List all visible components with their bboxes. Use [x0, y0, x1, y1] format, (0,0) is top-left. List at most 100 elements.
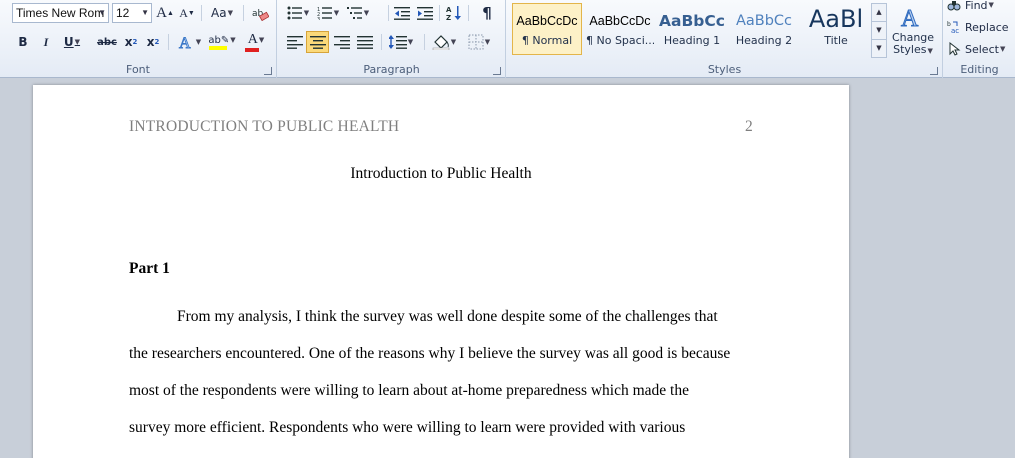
style-preview: AaBbCcDc [589, 14, 651, 28]
font-color-bar [245, 48, 259, 52]
align-center-button[interactable] [306, 31, 329, 53]
font-color-button[interactable]: A ▼ [241, 31, 271, 53]
superscript-label: x [146, 35, 155, 49]
line-spacing-icon [388, 35, 407, 49]
chevron-down-icon: ▼ [988, 1, 994, 9]
shading-button[interactable]: ▼ [428, 32, 460, 52]
grow-font-label: A [156, 4, 167, 21]
font-dialog-launcher[interactable] [264, 67, 272, 75]
styles-dialog-launcher[interactable] [930, 67, 938, 75]
bold-label: B [18, 35, 28, 49]
increase-indent-button[interactable] [415, 3, 435, 23]
chevron-down-icon: ▼ [999, 45, 1006, 53]
sort-button[interactable]: AZ [444, 3, 464, 23]
chevron-down-icon: ▼ [927, 46, 933, 55]
document-title: Introduction to Public Health [350, 165, 532, 182]
font-size-value: 12 [116, 6, 130, 20]
style-title[interactable]: AaBl Title [801, 3, 871, 55]
binoculars-icon [947, 1, 961, 11]
style-heading-1[interactable]: AaBbCc Heading 1 [657, 3, 727, 55]
change-styles-icon: A [901, 5, 920, 32]
bullets-icon [287, 6, 302, 20]
document-canvas[interactable]: INTRODUCTION TO PUBLIC HEALTH 2 Introduc… [0, 79, 1015, 458]
style-name: Heading 1 [663, 34, 721, 47]
replace-icon: bac [947, 21, 959, 34]
svg-text:A: A [179, 35, 191, 51]
underline-button[interactable]: U ▼ [59, 32, 85, 52]
separator [424, 34, 425, 50]
justify-button[interactable] [354, 32, 376, 52]
scroll-down-icon[interactable]: ▼ [872, 22, 886, 40]
caret-down-icon: ▼ [187, 9, 195, 17]
text-effects-icon: A [178, 35, 191, 51]
decrease-indent-button[interactable] [392, 3, 412, 23]
style-heading-2[interactable]: AaBbCc Heading 2 [729, 3, 799, 55]
change-styles-button[interactable]: A Change Styles▼ [890, 0, 936, 60]
select-label: Select [965, 42, 999, 56]
paragraph-line: survey more efficient. Respondents who w… [129, 419, 686, 436]
line-spacing-button[interactable]: ▼ [386, 32, 416, 52]
change-case-button[interactable]: Aa ▼ [206, 3, 238, 23]
replace-button[interactable]: b ac Replace [947, 18, 1013, 36]
align-right-icon [334, 36, 350, 49]
bold-button[interactable]: B [13, 32, 33, 52]
italic-button[interactable]: I [36, 32, 56, 52]
clear-formatting-icon: ab [252, 9, 269, 21]
chevron-down-icon: ▼ [450, 38, 457, 46]
separator [468, 5, 469, 21]
font-group: Times New Rom ▼ 12 ▼ A ▲ A ▼ Aa ▼ ab B I U ▼… [0, 0, 277, 78]
numbering-icon: 123 [317, 7, 332, 20]
show-formatting-button[interactable]: ¶ [476, 3, 498, 23]
section-heading: Part 1 [129, 260, 170, 277]
bullets-button[interactable]: ▼ [284, 3, 312, 23]
font-name-value: Times New Rom [16, 6, 105, 20]
separator [201, 5, 202, 21]
scroll-up-icon[interactable]: ▲ [872, 4, 886, 22]
chevron-down-icon: ▼ [227, 9, 233, 17]
paragraph-dialog-launcher[interactable] [493, 67, 501, 75]
chevron-down-icon: ▼ [258, 36, 265, 44]
subscript-button[interactable]: x2 [121, 32, 141, 52]
style-preview: AaBbCc [659, 12, 725, 30]
style-preview: AaBbCc [735, 13, 793, 29]
text-effects-button[interactable]: A ▼ [174, 32, 204, 52]
shrink-font-button[interactable]: A ▼ [177, 3, 197, 23]
select-button[interactable]: Select ▼ [947, 40, 1013, 58]
separator [168, 34, 169, 50]
find-button[interactable]: Find ▼ [947, 0, 1013, 14]
style-no-spacing[interactable]: AaBbCcDc ¶ No Spaci... [585, 3, 655, 55]
font-size-combo[interactable]: 12 ▼ [112, 3, 152, 23]
multilevel-list-button[interactable]: ▼ [344, 3, 372, 23]
grow-font-button[interactable]: A ▲ [155, 3, 175, 23]
highlight-button[interactable]: ab ✎ ▼ [207, 31, 237, 53]
strikethrough-button[interactable]: abc [94, 32, 120, 52]
separator [381, 34, 382, 50]
align-right-button[interactable] [331, 32, 353, 52]
separator [439, 5, 440, 21]
svg-text:A: A [446, 6, 452, 14]
italic-label: I [43, 34, 49, 49]
align-left-button[interactable] [284, 32, 306, 52]
editing-group-label: Editing [960, 63, 999, 76]
font-name-combo[interactable]: Times New Rom ▼ [12, 3, 109, 23]
style-name: ¶ No Spaci... [586, 34, 655, 47]
more-styles-icon[interactable]: ▼ [872, 40, 886, 58]
decrease-indent-icon [394, 7, 410, 20]
font-group-label: Font [126, 63, 150, 76]
cursor-arrow-icon [949, 42, 961, 56]
superscript-button[interactable]: x2 [143, 32, 163, 52]
increase-indent-icon [417, 7, 433, 20]
chevron-down-icon: ▼ [98, 8, 106, 17]
subscript-mark: 2 [132, 38, 138, 46]
subscript-label: x [124, 35, 133, 49]
svg-text:Z: Z [446, 14, 451, 21]
styles-group-label: Styles [707, 63, 742, 76]
document-page[interactable]: INTRODUCTION TO PUBLIC HEALTH 2 Introduc… [33, 85, 849, 458]
borders-button[interactable]: ▼ [463, 32, 495, 52]
styles-gallery-scroller[interactable]: ▲ ▼ ▼ [871, 3, 887, 58]
align-center-icon [309, 36, 326, 49]
paragraph-line: the researchers encountered. One of the … [129, 345, 731, 362]
clear-formatting-button[interactable]: ab [249, 3, 271, 23]
style-normal[interactable]: AaBbCcDc ¶ Normal [512, 3, 582, 55]
numbering-button[interactable]: 1 2 3 ▼ [314, 3, 342, 23]
